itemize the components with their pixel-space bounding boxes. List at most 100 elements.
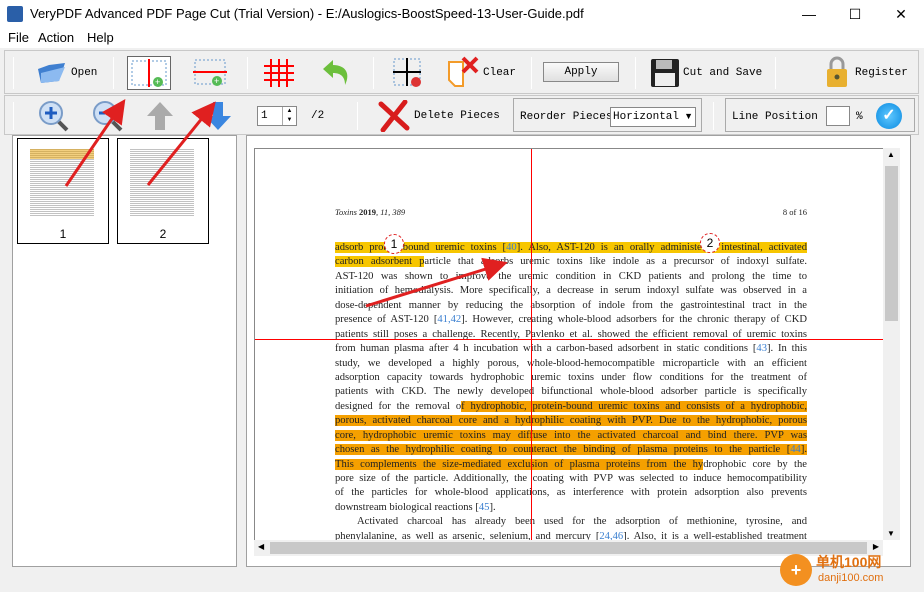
- undo-icon: [323, 60, 348, 85]
- clear-label[interactable]: Clear: [483, 67, 516, 79]
- text-segment: ]. In this: [767, 343, 807, 355]
- text-line: core, hydrophobic uremic toxins may diff…: [335, 429, 807, 443]
- citation-link[interactable]: 24,46: [599, 531, 623, 540]
- text-segment: patients still poses a challenge. Recent…: [335, 328, 807, 340]
- secondary-toolbar: 1 ▲ ▼ /2 Delete Pieces Reorder Pieces: Ho…: [4, 95, 919, 135]
- page-header-right: 8 of 16: [782, 207, 807, 217]
- svg-text:+: +: [214, 76, 219, 86]
- citation-link[interactable]: 44: [790, 444, 801, 456]
- register-button[interactable]: [823, 55, 851, 89]
- text-line: adsorption capacity towards hydrophobic …: [335, 371, 807, 385]
- text-segment: AST-120 was shown to improve the uremic …: [335, 270, 807, 282]
- add-vertical-line-button[interactable]: +: [127, 56, 171, 90]
- previous-page-button[interactable]: [145, 100, 175, 132]
- minimize-button[interactable]: —: [786, 0, 832, 28]
- vertical-scroll-thumb[interactable]: [885, 166, 898, 321]
- vertical-cut-icon: +: [131, 59, 167, 87]
- page-number-spinner[interactable]: 1 ▲ ▼: [257, 106, 297, 126]
- clear-button[interactable]: [445, 56, 481, 90]
- cut-and-save-label[interactable]: Cut and Save: [683, 67, 762, 79]
- text-segment: drophobic core by the: [703, 458, 807, 470]
- menu-file[interactable]: File: [8, 30, 29, 45]
- delete-x-icon: [378, 99, 410, 133]
- text-line: pore size of the particle. Additionally,…: [335, 472, 807, 486]
- menu-help[interactable]: Help: [87, 30, 114, 45]
- horizontal-cut-icon: +: [193, 59, 227, 86]
- text-line: dose-dependent manner by reducing the ab…: [335, 299, 807, 313]
- zoom-in-button[interactable]: [37, 100, 71, 132]
- grid-icon: [264, 59, 294, 87]
- vertical-cut-line[interactable]: [531, 149, 532, 540]
- remove-line-button[interactable]: [391, 56, 425, 90]
- line-position-group: Line Position : % ✓: [725, 98, 915, 132]
- delete-pieces-label[interactable]: Delete Pieces: [414, 110, 500, 122]
- text-segment: initiation of hemodialysis. More specifi…: [335, 285, 807, 297]
- pdf-page[interactable]: Toxins 2019, 11, 389 8 of 16 adsorb prot…: [254, 148, 883, 540]
- page-total: /2: [311, 110, 325, 122]
- thumbnail-label: 1: [59, 227, 67, 241]
- text-segment: pore size of the particle. Additionally,…: [335, 473, 807, 484]
- thumbnail-page-1[interactable]: 1: [17, 138, 109, 244]
- text-line: chosen as the hydrophilic coating to cou…: [335, 443, 807, 457]
- text-line: from human plasma after 4 h incubation w…: [335, 342, 807, 356]
- chevron-down-icon[interactable]: ▼: [684, 111, 693, 121]
- window-title: VeryPDF Advanced PDF Page Cut (Trial Ver…: [30, 6, 584, 21]
- folder-icon: [38, 63, 65, 83]
- floppy-disk-icon: [651, 59, 679, 87]
- menu-action[interactable]: Action: [38, 30, 74, 45]
- reorder-pieces-select[interactable]: Horizontal ▼: [610, 107, 696, 127]
- remove-line-icon: [393, 58, 421, 87]
- highlighted-text: adsorb protein-bound uremic toxins [: [335, 242, 507, 253]
- reorder-pieces-value: Horizontal: [613, 111, 680, 123]
- marker-1: 1: [384, 234, 404, 254]
- citation-link[interactable]: 45: [479, 502, 490, 513]
- text-segment: Activated charcoal has already been used…: [357, 516, 807, 528]
- add-horizontal-line-button[interactable]: +: [191, 56, 231, 90]
- confirm-check-button[interactable]: ✓: [876, 103, 902, 129]
- text-segment: patients with CKD. The newly developed b…: [335, 386, 807, 398]
- text-line: of the particles for whole-blood applica…: [335, 486, 807, 500]
- text-segment: downstream biological reactions [: [335, 501, 479, 513]
- text-line: AST-120 was shown to improve the uremic …: [335, 270, 807, 284]
- next-page-button[interactable]: [203, 100, 233, 132]
- line-position-input[interactable]: [826, 106, 850, 126]
- text-segment: designed for the removal o: [335, 400, 462, 412]
- page-number-value[interactable]: 1: [261, 110, 268, 122]
- horizontal-cut-line[interactable]: [255, 339, 883, 340]
- citation-link[interactable]: 43: [756, 343, 767, 354]
- vertical-scrollbar[interactable]: ▲ ▼: [883, 148, 900, 540]
- app-icon: [7, 6, 23, 22]
- citation-link[interactable]: 41,42: [437, 314, 461, 325]
- open-label[interactable]: Open: [71, 67, 97, 79]
- menu-bar: File Action Help: [0, 28, 924, 48]
- register-label[interactable]: Register: [855, 67, 908, 79]
- undo-button[interactable]: [319, 57, 353, 89]
- highlighted-text: carbon adsorbent p: [335, 256, 425, 268]
- text-segment: of the particles for whole-blood applica…: [335, 487, 807, 499]
- main-toolbar: Open + + Clear Apply Cut and Save Regist…: [4, 50, 919, 94]
- cut-and-save-button[interactable]: [649, 57, 681, 89]
- text-segment: ]. Also, it is a well-established treatm…: [623, 530, 807, 540]
- lock-icon: [827, 56, 847, 87]
- zoom-in-icon: [39, 101, 69, 132]
- zoom-out-button[interactable]: [91, 100, 125, 132]
- citation-link[interactable]: 40: [506, 242, 517, 253]
- spinner-arrows[interactable]: ▲ ▼: [282, 107, 296, 125]
- apply-button[interactable]: Apply: [543, 62, 619, 82]
- text-line: downstream biological reactions [45].: [335, 501, 807, 515]
- text-line: phenylalanine, as well as arsenic, selen…: [335, 530, 807, 540]
- open-button[interactable]: [35, 59, 69, 85]
- maximize-button[interactable]: ☐: [832, 0, 878, 28]
- text-line: Activated charcoal has already been used…: [335, 515, 807, 529]
- marker-2: 2: [700, 233, 720, 253]
- grid-cut-button[interactable]: [261, 57, 297, 89]
- delete-pieces-button[interactable]: [377, 99, 411, 133]
- text-line: presence of AST-120 [41,42]. However, cr…: [335, 313, 807, 327]
- thumbnail-panel: 1 2: [12, 135, 237, 567]
- text-segment: presence of AST-120 [: [335, 314, 438, 326]
- text-line: carbon adsorbent particle that adsorbs u…: [335, 255, 807, 269]
- close-button[interactable]: ✕: [878, 0, 924, 28]
- text-segment: from human plasma after 4 h incubation w…: [335, 343, 757, 355]
- thumbnail-page-2[interactable]: 2: [117, 138, 209, 244]
- page-header-left: Toxins 2019, 11, 389: [335, 207, 406, 217]
